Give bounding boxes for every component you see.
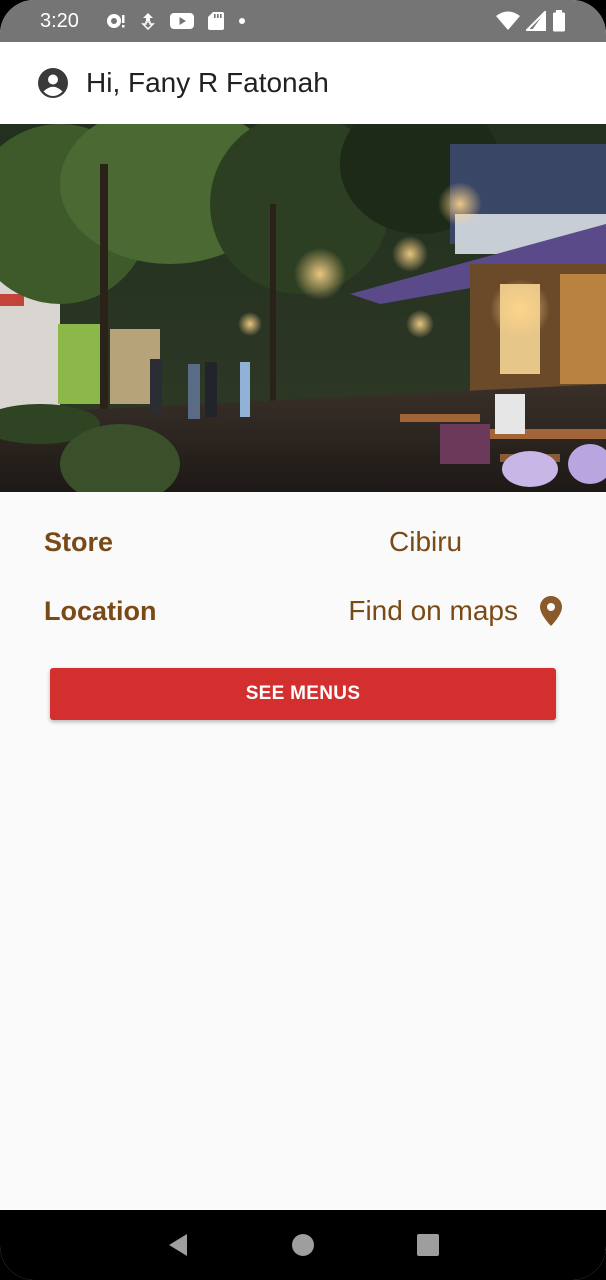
signal-icon [526,11,546,31]
status-icons-right [496,10,566,32]
store-photo-illustration [0,124,606,492]
store-label: Store [44,526,114,557]
store-photo [0,124,606,492]
greeting-title: Hi, Fany R Fatonah [86,67,329,98]
screen: 3:20 Hi, Fany R Fatonah Store Cibiru Loc… [0,0,606,1280]
store-details: Store Cibiru Location Find on maps SEE M… [0,492,606,1210]
status-icons-left [106,12,246,30]
home-icon[interactable] [283,1225,323,1265]
sd-card-icon [208,12,224,30]
status-bar: 3:20 [0,0,606,42]
notification-icon [106,12,126,30]
see-menus-button[interactable]: SEE MENUS [50,668,556,720]
battery-icon [552,10,566,32]
store-value: Cibiru [389,526,463,557]
find-on-maps-link[interactable]: Find on maps [348,595,562,627]
location-label: Location [44,595,157,626]
youtube-icon [170,12,194,30]
recents-icon[interactable] [408,1225,448,1265]
store-row: Store Cibiru [44,522,562,562]
wifi-icon [496,11,520,31]
status-time: 3:20 [40,9,79,32]
app-bar: Hi, Fany R Fatonah [0,42,606,124]
location-value: Find on maps [348,595,518,626]
location-row: Location Find on maps [44,591,562,631]
map-pin-icon[interactable] [540,596,562,626]
account-circle-icon[interactable] [38,68,68,98]
back-icon[interactable] [158,1225,198,1265]
sync-icon [140,12,156,30]
system-nav-bar [0,1210,606,1280]
dot-icon [238,17,246,25]
